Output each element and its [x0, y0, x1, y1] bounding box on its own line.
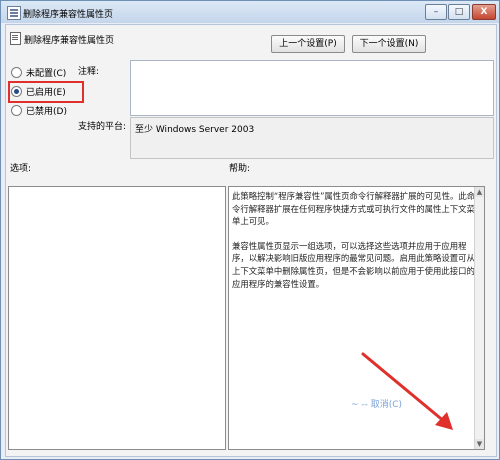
platform-value: 至少 Windows Server 2003	[135, 125, 255, 135]
help-scrollbar[interactable]: ▲ ▼	[474, 187, 484, 449]
maximize-button[interactable]: □	[448, 4, 470, 20]
platform-box: 至少 Windows Server 2003	[130, 117, 494, 159]
help-paragraph-2: 兼容性属性页显示一组选项，可以选择这些选项并应用于应用程序，以解决影响旧版应用程…	[232, 240, 475, 289]
title-bar[interactable]: 删除程序兼容性属性页 – □ X	[1, 1, 499, 23]
policy-page-icon	[10, 32, 21, 45]
scroll-up-arrow-icon[interactable]: ▲	[475, 187, 484, 197]
minimize-button[interactable]: –	[425, 4, 447, 20]
help-paragraph-1: 此策略控制“程序兼容性”属性页命令行解释器扩展的可见性。此命令行解释器扩展在任何…	[232, 191, 476, 227]
comment-label: 注释:	[78, 67, 100, 77]
radio-button[interactable]	[11, 104, 22, 116]
partial-bottom-text: ~ -- 取消(C)	[351, 400, 403, 410]
radio-not-configured[interactable]: 未配置(C)	[11, 65, 66, 79]
radio-label-disabled: 已禁用(D)	[26, 106, 67, 117]
help-text: 此策略控制“程序兼容性”属性页命令行解释器扩展的可见性。此命令行解释器扩展在任何…	[232, 190, 480, 302]
window-title: 删除程序兼容性属性页	[23, 10, 114, 20]
radio-label-not-configured: 未配置(C)	[26, 68, 67, 79]
help-label: 帮助:	[229, 164, 251, 174]
dialog-content: 删除程序兼容性属性页 上一个设置(P) 下一个设置(N) 未配置(C) 已启用(…	[5, 24, 497, 457]
close-button[interactable]: X	[472, 4, 496, 20]
radio-button[interactable]	[11, 66, 22, 78]
options-pane[interactable]	[8, 186, 226, 450]
policy-dialog-window: 删除程序兼容性属性页 – □ X 删除程序兼容性属性页 上一个设置(P) 下一个…	[0, 0, 500, 460]
policy-page-icon	[7, 6, 21, 20]
policy-name: 删除程序兼容性属性页	[24, 36, 115, 46]
next-setting-button[interactable]: 下一个设置(N)	[352, 35, 426, 53]
radio-disabled[interactable]: 已禁用(D)	[11, 103, 67, 117]
previous-setting-button[interactable]: 上一个设置(P)	[271, 35, 345, 53]
enabled-highlight-box	[8, 81, 84, 103]
options-label: 选项:	[10, 164, 32, 174]
help-pane[interactable]: 此策略控制“程序兼容性”属性页命令行解释器扩展的可见性。此命令行解释器扩展在任何…	[228, 186, 485, 450]
scroll-down-arrow-icon[interactable]: ▼	[475, 439, 484, 449]
comment-textarea[interactable]	[130, 60, 494, 116]
platform-label: 支持的平台:	[78, 122, 127, 132]
